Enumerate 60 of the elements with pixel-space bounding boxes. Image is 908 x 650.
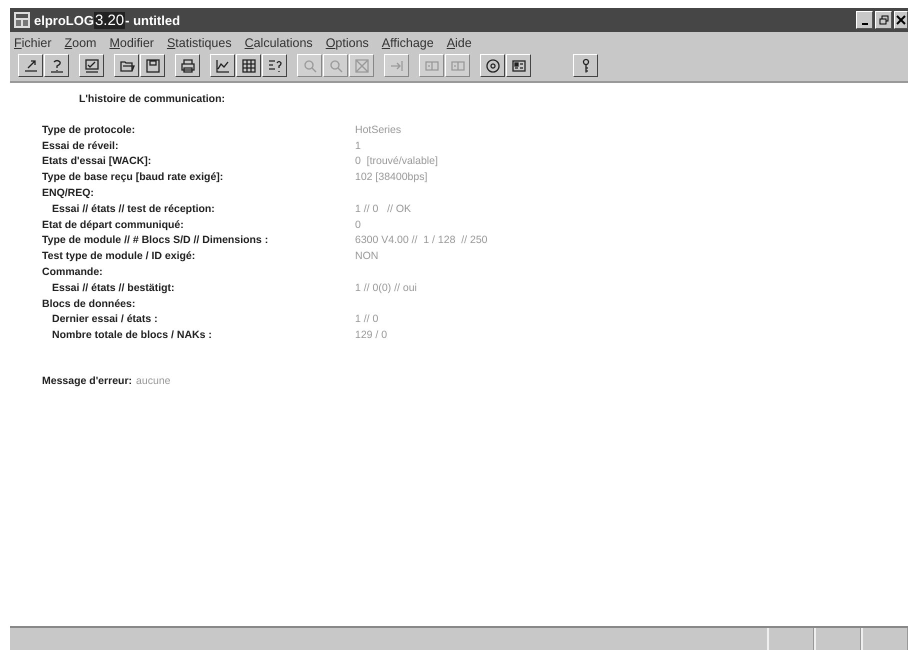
document-name: - untitled xyxy=(125,12,180,28)
help-icon[interactable] xyxy=(44,54,69,77)
field-label: Essai de réveil: xyxy=(42,140,120,152)
field-label: Test type de module / ID exigé: xyxy=(42,250,196,262)
field-value: 0 [trouvé/valable] xyxy=(355,155,438,168)
field-label: Essai // états // test de réception: xyxy=(51,202,216,215)
close-icon xyxy=(896,15,906,25)
field-label: Nombre totale de blocs / NAKs : xyxy=(51,329,213,342)
window-title: elproLOG xyxy=(34,12,94,28)
field-label: Commande: xyxy=(42,266,104,278)
error-label: Message d'erreur: xyxy=(42,375,132,388)
key-icon[interactable] xyxy=(573,54,598,77)
save-icon[interactable] xyxy=(140,54,165,77)
menu-item[interactable]: Modifier xyxy=(109,36,154,50)
menu-item[interactable]: Zoom xyxy=(64,36,96,50)
field-label: Type de protocole: xyxy=(42,124,136,136)
field-value: 102 [38400bps] xyxy=(355,171,428,184)
restore-button[interactable] xyxy=(875,11,892,29)
field-label: Dernier essai / états : xyxy=(51,313,159,326)
field-value: 6300 V4.00 // 1 / 128 // 250 xyxy=(355,234,488,246)
field-label: Etats d'essai [WACK]: xyxy=(42,155,152,168)
minimize-button[interactable] xyxy=(856,11,873,29)
export-icon[interactable] xyxy=(18,54,43,77)
field-label: ENQ/REQ: xyxy=(42,187,95,200)
field-label: Type de module // # Blocs S/D // Dimensions : xyxy=(42,234,270,246)
restore-icon xyxy=(878,15,888,25)
menu-item[interactable]: Statistiques xyxy=(166,36,232,50)
version-label: 3.20 xyxy=(94,12,126,28)
menu-item[interactable]: Calculations xyxy=(244,36,313,50)
field-value: 0 xyxy=(355,218,361,231)
field-value: 1 // 0 xyxy=(355,313,378,326)
open-icon[interactable] xyxy=(114,54,139,77)
check-icon[interactable] xyxy=(79,54,104,77)
menu-item[interactable]: Fichier xyxy=(14,36,52,50)
menu-item[interactable]: Aide xyxy=(446,36,472,50)
status-panel xyxy=(767,628,814,650)
table-icon[interactable] xyxy=(236,54,261,77)
field-value: 1 // 0 // OK xyxy=(355,202,412,215)
field-label: Blocs de données: xyxy=(42,298,136,310)
field-value: HotSeries xyxy=(355,124,402,136)
field-label: Essai // états // bestätigt: xyxy=(51,282,176,294)
field-value: NON xyxy=(355,250,378,262)
print-icon[interactable] xyxy=(175,54,200,77)
field-value: 1 xyxy=(355,140,361,152)
query-icon[interactable] xyxy=(262,54,287,77)
field-label: Type de base reçu [baud rate exigé]: xyxy=(42,171,224,184)
grid-icon[interactable] xyxy=(506,54,531,77)
field-label: Etat de départ communiqué: xyxy=(42,218,185,231)
status-panel xyxy=(814,628,861,650)
close-button[interactable] xyxy=(894,11,908,29)
error-value: aucune xyxy=(136,375,170,388)
chart-icon[interactable] xyxy=(210,54,235,77)
menu-item[interactable]: Options xyxy=(326,36,369,50)
field-value: 1 // 0(0) // oui xyxy=(355,282,417,294)
app-icon xyxy=(14,12,30,28)
status-panel xyxy=(861,628,908,650)
section-heading: L'histoire de communication: xyxy=(79,93,226,105)
minimize-icon xyxy=(862,23,868,25)
field-value: 129 / 0 xyxy=(355,329,388,342)
menu-item[interactable]: Affichage xyxy=(382,36,434,50)
